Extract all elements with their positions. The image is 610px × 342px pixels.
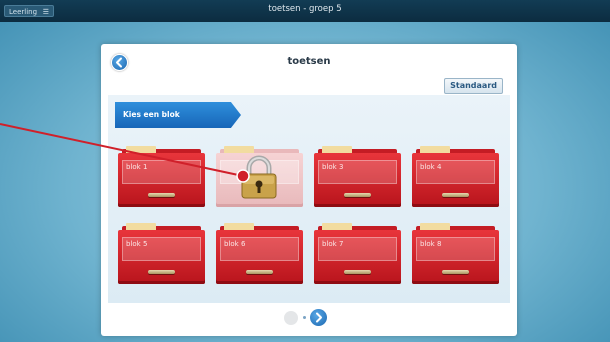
drawer-body: blok 3 bbox=[314, 153, 401, 207]
block-panel: Kies een blok blok 1 blok 3 blok 4 blok … bbox=[108, 95, 510, 303]
drawer-handle bbox=[442, 270, 469, 274]
standaard-button[interactable]: Standaard bbox=[444, 78, 503, 94]
drawer-body: blok 8 bbox=[412, 230, 499, 284]
next-page-button[interactable] bbox=[310, 309, 327, 326]
block-drawer-7[interactable]: blok 7 bbox=[314, 223, 401, 284]
drawer-body: blok 5 bbox=[118, 230, 205, 284]
drawer-handle bbox=[246, 270, 273, 274]
drawer-handle bbox=[148, 270, 175, 274]
drawer-body: blok 6 bbox=[216, 230, 303, 284]
drawer-body: blok 7 bbox=[314, 230, 401, 284]
drawer-label: blok 8 bbox=[416, 237, 495, 261]
drawer-label: blok 1 bbox=[122, 160, 201, 184]
padlock-icon bbox=[241, 155, 277, 199]
top-bar: Leerling ☰ toetsen - groep 5 bbox=[0, 0, 610, 22]
block-drawer-2-locked bbox=[216, 146, 303, 207]
next-arrow-icon bbox=[316, 312, 322, 323]
drawer-label: blok 3 bbox=[318, 160, 397, 184]
drawer-handle bbox=[442, 193, 469, 197]
previous-page-dot bbox=[284, 311, 298, 325]
drawer-handle bbox=[148, 193, 175, 197]
block-drawer-4[interactable]: blok 4 bbox=[412, 146, 499, 207]
drawer-handle bbox=[344, 270, 371, 274]
block-drawer-6[interactable]: blok 6 bbox=[216, 223, 303, 284]
block-drawer-1[interactable]: blok 1 bbox=[118, 146, 205, 207]
drawer-handle bbox=[344, 193, 371, 197]
block-drawer-8[interactable]: blok 8 bbox=[412, 223, 499, 284]
drawer-label: blok 4 bbox=[416, 160, 495, 184]
drawer-label: blok 5 bbox=[122, 237, 201, 261]
drawer-label: blok 6 bbox=[220, 237, 299, 261]
block-drawer-5[interactable]: blok 5 bbox=[118, 223, 205, 284]
content-card: toetsen Standaard Kies een blok blok 1 b… bbox=[101, 44, 517, 336]
window-title: toetsen - groep 5 bbox=[268, 4, 342, 14]
kies-een-blok-banner: Kies een blok bbox=[115, 102, 241, 128]
block-drawer-3[interactable]: blok 3 bbox=[314, 146, 401, 207]
page-title: toetsen bbox=[287, 56, 331, 67]
drawer-label: blok 7 bbox=[318, 237, 397, 261]
drawer-body: blok 4 bbox=[412, 153, 499, 207]
drawer-body: blok 1 bbox=[118, 153, 205, 207]
pager-separator bbox=[303, 316, 306, 319]
